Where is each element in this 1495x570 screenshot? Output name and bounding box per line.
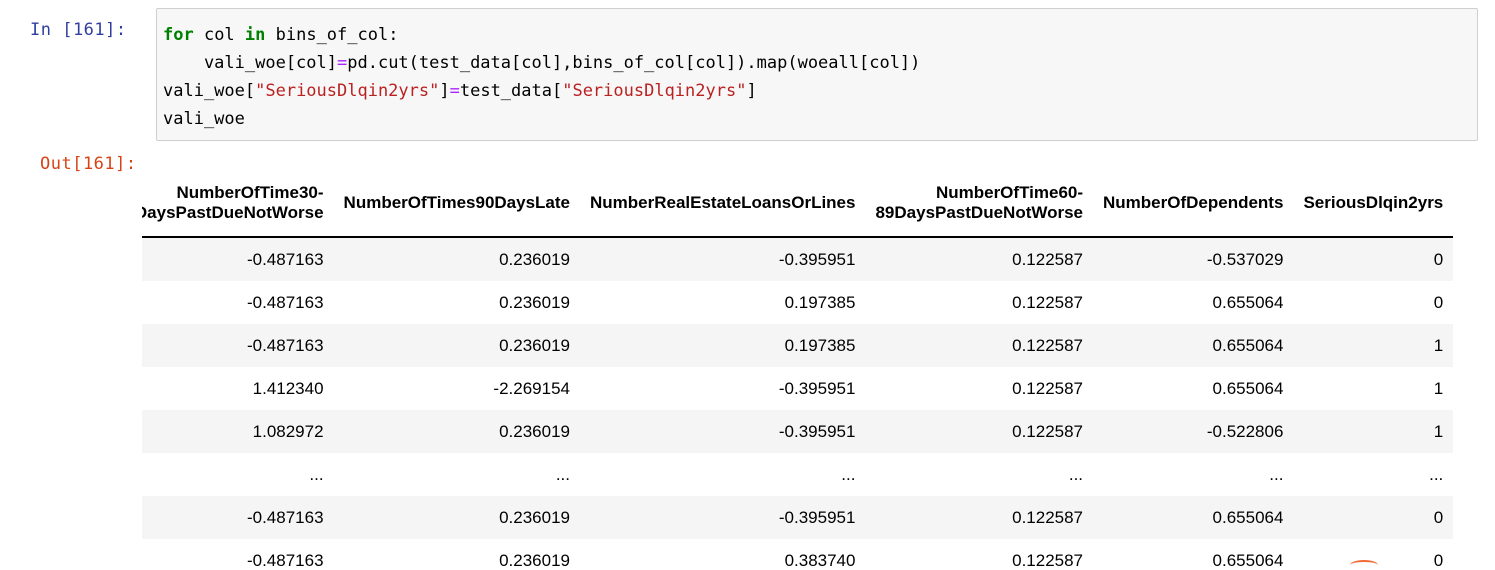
code-operator: = [449,81,460,101]
table-cell: 0.122587 [1012,292,1084,312]
table-cell: 0.122587 [1012,421,1084,441]
code-token: test_data[ [459,81,563,101]
table-cell: ... [309,464,324,484]
table-row: -0.487163 0.236019 -0.395951 0.122587 0.6550… [142,496,1454,539]
table-cell: 0.236019 [499,421,570,441]
table-cell: 0 [1433,507,1444,527]
code-editor[interactable]: for col in bins_of_col: vali_woe[col]=pd… [163,21,920,133]
column-header-text: NumberRealEstateLoansOrLines [590,193,856,212]
table-cell: 0.655064 [1212,550,1284,569]
column-header-text: NumberOfDependents [1103,193,1284,212]
column-header-text: 89DaysPastDueNotWorse [875,203,1084,222]
table-cell: 1.412340 [252,378,324,398]
code-keyword: in [244,25,266,45]
code-token: vali_woe[col] [163,53,337,73]
code-line: vali_woe [163,105,920,133]
column-header: NumberOfTimes90DaysLate [333,170,580,238]
column-header-text: NumberOfTime60- [935,183,1084,202]
table-cell: 0.236019 [499,335,570,355]
table-cell: 0.236019 [499,249,570,269]
code-token: ] [746,81,757,101]
code-input-cell[interactable]: for col in bins_of_col: vali_woe[col]=pd… [156,8,1478,141]
table-cell: 0.122587 [1012,335,1084,355]
table-cell: 0 [1433,292,1444,312]
column-header: NumberRealEstateLoansOrLines [580,170,866,238]
output-area: NumberOfTime30-59DaysPastDueNotWorseNumb… [142,170,1472,568]
code-token: bins_of_col: [265,25,399,45]
table-cell: 0 [1433,249,1444,269]
code-token: col [193,25,245,45]
table-cell: -0.487163 [246,550,324,569]
table-cell: 1 [1433,421,1444,441]
column-header-text: NumberOfTimes90DaysLate [343,193,570,212]
table-cell: 0.236019 [499,292,570,312]
table-cell: ... [841,464,856,484]
table-cell: ... [1269,464,1284,484]
table-cell: 0.655064 [1212,335,1284,355]
column-header: SeriousDlqin2yrs [1293,170,1454,238]
table-cell: 0.236019 [499,550,570,569]
table-row: 1.082972 0.236019 -0.395951 0.122587 -0.5228… [142,410,1454,453]
table-cell: ... [555,464,570,484]
table-row: -0.487163 0.236019 0.197385 0.122587 0.65506… [142,281,1454,324]
table-cell: -0.395951 [778,421,856,441]
code-operator: = [337,53,348,73]
table-row: 1.412340 -2.269154 -0.395951 0.122587 0.6550… [142,367,1454,410]
code-token: vali_woe[ [163,81,256,101]
code-line: vali_woe[col]=pd.cut(test_data[col],bins… [163,49,920,77]
table-cell: ... [1068,464,1084,484]
code-token: ] [439,81,450,101]
table-cell: -0.537029 [1206,249,1284,269]
output-prompt: Out[161]: [40,154,137,174]
table-cell: 0.197385 [784,335,856,355]
table-header-row: NumberOfTime30-59DaysPastDueNotWorseNumb… [142,170,1454,238]
table-cell: -0.487163 [246,249,324,269]
column-header: NumberOfDependents [1093,170,1294,238]
table-cell: 0.122587 [1012,249,1084,269]
dataframe-table: NumberOfTime30-59DaysPastDueNotWorseNumb… [142,170,1454,569]
table-row: -0.487163 0.236019 0.197385 0.122587 0.65506… [142,324,1454,367]
code-string: "SeriousDlqin2yrs" [562,81,747,101]
code-token: vali_woe [163,109,245,129]
table-cell: 0.655064 [1212,378,1284,398]
table-cell: -0.487163 [246,335,324,355]
table-cell: ... [1429,464,1444,484]
table-cell: 0.655064 [1212,507,1284,527]
table-cell: -0.395951 [778,249,856,269]
column-header: NumberOfTime30-59DaysPastDueNotWorse [142,170,334,238]
table-cell: 1.082972 [252,421,324,441]
table-row: -0.487163 0.236019 -0.395951 0.122587 -0.537… [142,237,1454,281]
table-cell: -0.395951 [778,378,856,398]
code-keyword: for [163,25,194,45]
column-header-text: NumberOfTime30- [176,183,324,202]
table-cell: -2.269154 [493,378,570,398]
table-cell: 0.122587 [1012,550,1084,569]
table-cell: -0.395951 [778,507,856,527]
table-cell: 0.122587 [1012,507,1084,527]
table-cell: 1 [1433,335,1444,355]
table-cell: -0.487163 [246,507,324,527]
cursor-indicator [1350,560,1378,570]
table-cell: 0.122587 [1012,378,1084,398]
table-cell: -0.487163 [246,292,324,312]
table-cell: 0.197385 [784,292,856,312]
table-cell: 0.236019 [499,507,570,527]
code-line: vali_woe["SeriousDlqin2yrs"]=test_data["… [163,77,920,105]
column-header: NumberOfTime60- 89DaysPastDueNotWorse [865,170,1094,238]
table-row: .................. [142,453,1454,496]
table-cell: 0.383740 [784,550,856,569]
table-cell: 0.655064 [1212,292,1284,312]
code-line: for col in bins_of_col: [163,21,920,49]
table-row: -0.487163 0.236019 0.383740 0.122587 0.65506… [142,539,1454,569]
code-string: "SeriousDlqin2yrs" [255,81,440,101]
input-prompt: In [161]: [30,20,127,40]
table-cell: -0.522806 [1206,421,1284,441]
column-header-text: SeriousDlqin2yrs [1303,193,1444,212]
table-cell: 1 [1433,378,1444,398]
code-token: pd.cut(test_data[col],bins_of_col[col]).… [347,53,921,73]
column-header-text: 59DaysPastDueNotWorse [142,203,324,222]
